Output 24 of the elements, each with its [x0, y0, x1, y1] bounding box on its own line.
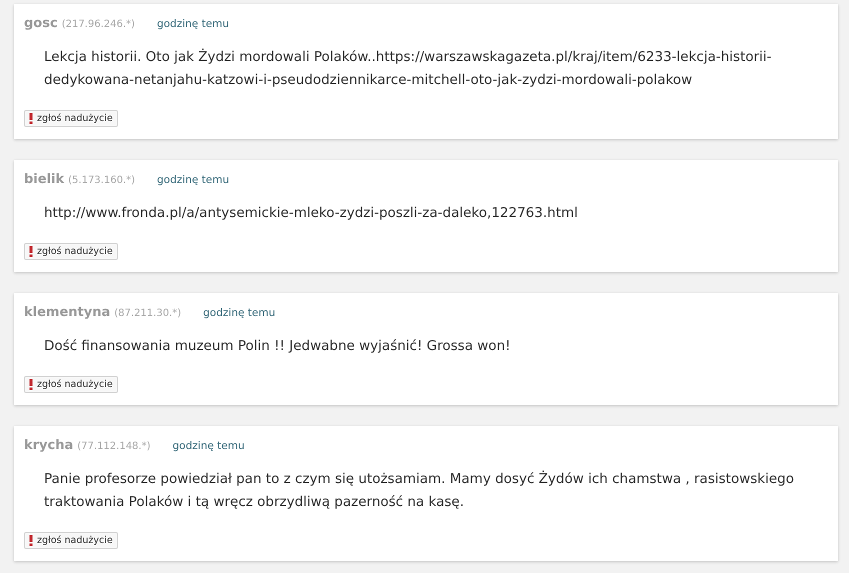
comment-ip: (5.173.160.*)	[68, 175, 136, 186]
comment-text: Panie profesorze powiedział pan to z czym się utożsamiam. Mamy dosyć Żydów ich chamstwa , rasistowskiego traktowania Polaków i tą wręcz obrzydliwą pazerność na kasę.	[44, 470, 795, 512]
comment-time-link[interactable]: godzinę temu	[157, 174, 230, 186]
comment-time-link[interactable]: godzinę temu	[172, 440, 245, 452]
comment-time-link[interactable]: godzinę temu	[203, 307, 276, 319]
exclamation-icon	[29, 246, 33, 257]
comment-author: bielik	[24, 172, 64, 187]
comment-author: gosc	[24, 16, 58, 31]
exclamation-icon	[29, 535, 33, 546]
report-abuse-button[interactable]: zgłoś nadużycie	[24, 110, 118, 127]
comment-ip: (87.211.30.*)	[114, 308, 182, 319]
comment-text: http://www.fronda.pl/a/antysemickie-mleko-zydzi-poszli-za-daleko,122763.html	[44, 204, 579, 223]
exclamation-icon	[29, 113, 33, 124]
comment-author: klementyna	[24, 305, 110, 320]
report-abuse-button[interactable]: zgłoś nadużycie	[24, 532, 118, 549]
comment-time-link[interactable]: godzinę temu	[156, 18, 230, 30]
report-abuse-button[interactable]: zgłoś nadużycie	[24, 376, 118, 393]
comment-ip: (217.96.246.*)	[62, 19, 135, 30]
exclamation-icon	[29, 379, 33, 390]
comment-text: Dość finansowania muzeum Polin !! Jedwabne wyjaśnić! Grossa won!	[44, 337, 512, 356]
comment-ip: (77.112.148.*)	[77, 441, 151, 452]
comment-text: Lekcja historii. Oto jak Żydzi mordowali Polaków..https://warszawskagazeta.pl/kraj/item/6233-lekcja-historii-dedykowana-netanjahu-katzowi-i-pseudodziennikarce-mitchell-oto-jak-zydzi-mordowali-polakow	[44, 48, 773, 90]
comment-author: krycha	[24, 438, 74, 453]
report-abuse-button[interactable]: zgłoś nadużycie	[24, 243, 118, 260]
